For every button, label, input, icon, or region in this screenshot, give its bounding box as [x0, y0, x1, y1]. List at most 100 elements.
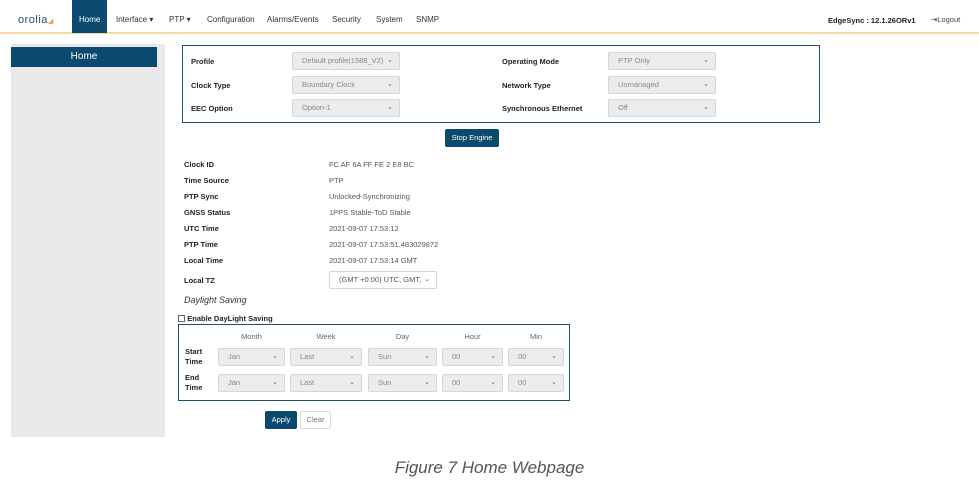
day-select[interactable]: Sun ⌄ — [368, 348, 437, 366]
select-value: Sun — [378, 378, 392, 387]
enable-daylight-checkbox[interactable]: Enable DayLight Saving — [178, 314, 273, 323]
chevron-down-icon: ⌄ — [490, 353, 496, 360]
select-value: Last — [300, 352, 315, 361]
operating-mode-select[interactable]: PTP Only ⌄ — [608, 52, 716, 70]
column-header: Month — [241, 332, 262, 341]
operating-mode-label: Operating Mode — [502, 57, 560, 66]
local-tz-value: (GMT +0:00) UTC, GMT, — [339, 275, 422, 284]
chevron-down-icon: ⌄ — [387, 57, 393, 64]
local-tz-select[interactable]: (GMT +0:00) UTC, GMT, ⌄ — [329, 271, 437, 289]
min-select[interactable]: 00 ⌄ — [508, 374, 564, 392]
select-value: 00 — [518, 378, 527, 387]
column-header: Day — [395, 332, 410, 341]
chevron-down-icon: ⌄ — [703, 104, 709, 111]
min-select[interactable]: 00 ⌄ — [508, 348, 564, 366]
chevron-down-icon: ⌄ — [349, 353, 355, 360]
clock-type-value: Boundary Clock — [302, 80, 355, 89]
nav-configuration[interactable]: Configuration — [200, 0, 262, 33]
local-tz-label: Local TZ — [184, 276, 215, 285]
config-panel — [182, 45, 820, 123]
status-label: UTC Time — [184, 224, 219, 233]
week-select[interactable]: Last ⌄ — [290, 348, 362, 366]
profile-select[interactable]: Default profile(1588_V2) ⌄ — [292, 52, 400, 70]
status-value: 2021-09-07 17:53:12 — [329, 224, 399, 233]
enable-daylight-label: Enable DayLight Saving — [187, 314, 273, 323]
clock-type-select[interactable]: Boundary Clock ⌄ — [292, 76, 400, 94]
sync-ethernet-label: Synchronous Ethernet — [502, 104, 583, 113]
logo-text: orolia — [18, 14, 48, 26]
select-value: Jan — [228, 352, 241, 361]
logout-link[interactable]: ⇥Logout — [931, 15, 960, 24]
network-type-select[interactable]: Unmanaged ⌄ — [608, 76, 716, 94]
figure-caption: Figure 7 Home Webpage — [394, 458, 585, 477]
chevron-down-icon: ⌄ — [551, 379, 557, 386]
status-value: Unlocked-Synchronizing — [329, 192, 410, 201]
status-value: 2021-09-07 17:53:14 GMT — [329, 256, 418, 265]
select-value: 00 — [518, 352, 527, 361]
sidebar — [11, 44, 165, 437]
sidebar-item-home[interactable]: Home — [11, 47, 157, 67]
column-header: Hour — [464, 332, 481, 341]
sync-ethernet-value: Off — [618, 103, 628, 112]
week-select[interactable]: Last ⌄ — [290, 374, 362, 392]
orolia-logo[interactable]: orolia◢ — [18, 14, 54, 26]
network-type-value: Unmanaged — [618, 80, 659, 89]
nav-home[interactable]: Home — [72, 0, 108, 33]
checkbox-box[interactable] — [178, 315, 185, 322]
row-label: End Time — [185, 373, 203, 392]
status-label: PTP Sync — [184, 192, 219, 201]
column-header: Min — [529, 332, 543, 341]
chevron-down-icon: ⌄ — [490, 379, 496, 386]
eec-option-select[interactable]: Option-1 ⌄ — [292, 99, 400, 117]
sync-ethernet-select[interactable]: Off ⌄ — [608, 99, 716, 117]
operating-mode-value: PTP Only — [618, 56, 650, 65]
status-value: 2021-09-07 17:53:51.483029872 — [329, 240, 439, 249]
chevron-down-icon: ⌄ — [424, 276, 430, 283]
chevron-down-icon: ⌄ — [551, 353, 557, 360]
month-select[interactable]: Jan ⌄ — [218, 374, 285, 392]
select-value: 00 — [452, 378, 461, 387]
chevron-down-icon: ⌄ — [703, 57, 709, 64]
select-value: Last — [300, 378, 315, 387]
status-label: Clock ID — [184, 160, 215, 169]
nav-interface[interactable]: Interface ▾ — [109, 0, 160, 33]
month-select[interactable]: Jan ⌄ — [218, 348, 285, 366]
column-header: Week — [316, 332, 336, 341]
profile-label: Profile — [191, 57, 215, 66]
logout-label: Logout — [937, 15, 961, 24]
hour-select[interactable]: 00 ⌄ — [442, 374, 503, 392]
status-label: GNSS Status — [184, 208, 231, 217]
nav-security[interactable]: Security — [325, 0, 368, 33]
clock-type-label: Clock Type — [191, 81, 231, 90]
nav-alarms-events[interactable]: Alarms/Events — [260, 0, 326, 33]
stop-engine-button[interactable]: Stop Engine — [445, 129, 499, 147]
network-type-label: Network Type — [502, 81, 551, 90]
nav-system[interactable]: System — [369, 0, 410, 33]
apply-button[interactable]: Apply — [265, 411, 297, 429]
version-label: EdgeSync : 12.1.26ORv1 — [828, 16, 916, 25]
daylight-saving-heading: Daylight Saving — [184, 295, 247, 305]
status-value: FC AF 6A FF FE 2 E8 BC — [329, 160, 415, 169]
profile-value: Default profile(1588_V2) — [302, 56, 384, 65]
hour-select[interactable]: 00 ⌄ — [442, 348, 503, 366]
eec-option-value: Option-1 — [302, 103, 331, 112]
select-value: Jan — [228, 378, 241, 387]
day-select[interactable]: Sun ⌄ — [368, 374, 437, 392]
chevron-down-icon: ⌄ — [424, 379, 430, 386]
status-label: Time Source — [184, 176, 229, 185]
chevron-down-icon: ⌄ — [703, 81, 709, 88]
nav-ptp[interactable]: PTP ▾ — [162, 0, 198, 33]
clear-button[interactable]: Clear — [300, 411, 331, 429]
status-value: 1PPS Stable-ToD Stable — [329, 208, 411, 217]
row-label: Start Time — [185, 347, 203, 366]
chevron-down-icon: ⌄ — [424, 353, 430, 360]
status-label: Local Time — [184, 256, 224, 265]
nav-snmp[interactable]: SNMP — [409, 0, 446, 33]
chevron-down-icon: ⌄ — [387, 81, 393, 88]
status-value: PTP — [329, 176, 344, 185]
eec-option-label: EEC Option — [191, 104, 233, 113]
chevron-down-icon: ⌄ — [272, 353, 278, 360]
chevron-down-icon: ⌄ — [387, 104, 393, 111]
chevron-down-icon: ⌄ — [272, 379, 278, 386]
select-value: Sun — [378, 352, 392, 361]
